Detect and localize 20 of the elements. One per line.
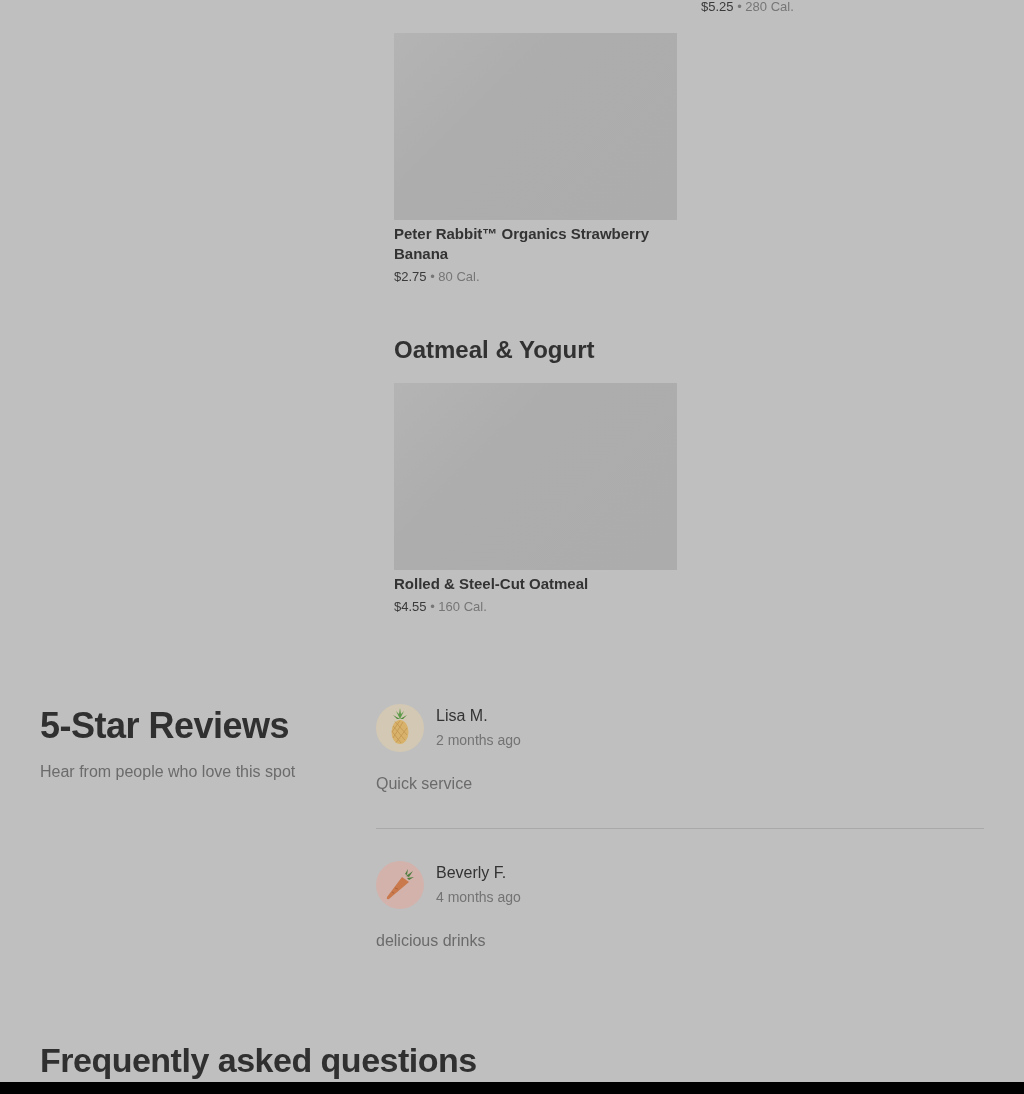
review-text: delicious drinks bbox=[376, 931, 487, 951]
calories-text: • 280 Cal. bbox=[737, 0, 794, 14]
item-name: Peter Rabbit™ Organics Strawberry Banana bbox=[394, 224, 651, 264]
item-name: Rolled & Steel-Cut Oatmeal bbox=[394, 574, 590, 594]
pineapple-icon bbox=[376, 704, 424, 752]
review-text: Quick service bbox=[376, 774, 474, 794]
review-date: 4 months ago bbox=[436, 888, 521, 907]
review-date: 2 months ago bbox=[436, 731, 521, 750]
calories-text: • 160 Cal. bbox=[430, 599, 487, 614]
section-heading: Oatmeal & Yogurt bbox=[394, 335, 596, 365]
reviewer-name: Beverly F. bbox=[436, 863, 508, 883]
carrot-icon bbox=[376, 861, 424, 909]
calories-text: • 80 Cal. bbox=[430, 269, 480, 284]
section-heading: Frequently asked questions bbox=[39, 1040, 478, 1080]
reviewer-name: Lisa M. bbox=[436, 706, 489, 726]
price-text: $2.75 bbox=[394, 269, 427, 284]
price-text: $4.55 bbox=[394, 599, 427, 614]
section-heading: 5-Star Reviews bbox=[40, 704, 291, 748]
price-text: $5.25 bbox=[701, 0, 734, 14]
section-subtitle: Hear from people who love this spot bbox=[40, 762, 297, 782]
